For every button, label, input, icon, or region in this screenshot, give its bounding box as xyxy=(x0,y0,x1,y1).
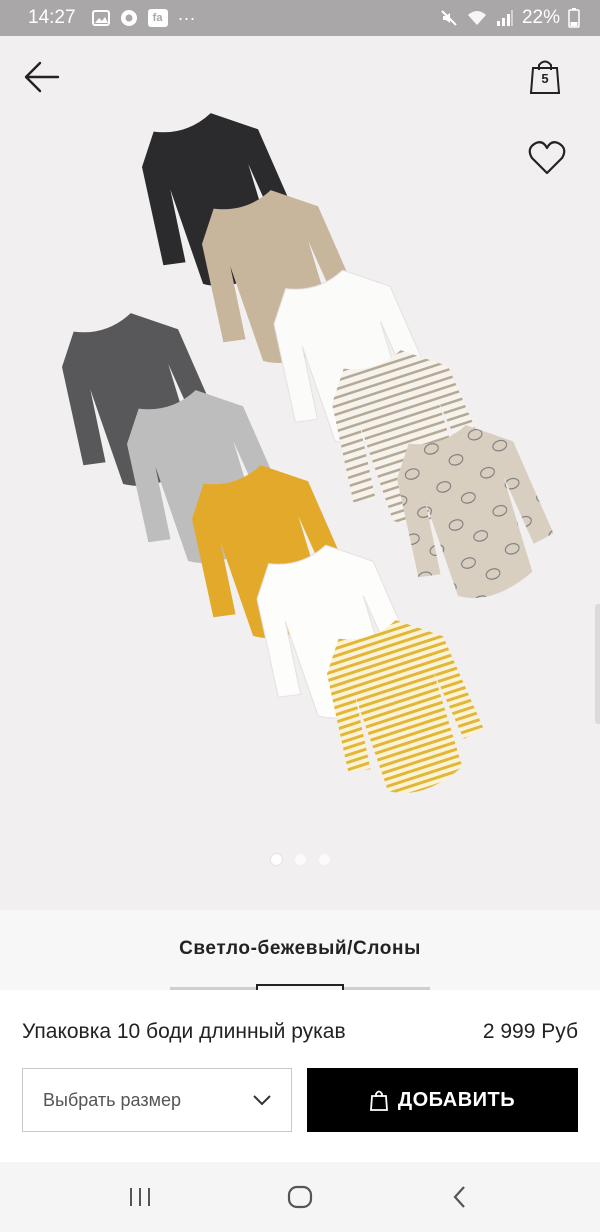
product-photo xyxy=(62,113,554,794)
add-to-bag-label: ДОБАВИТЬ xyxy=(397,1088,516,1111)
product-image-gallery[interactable]: 5 xyxy=(0,36,600,910)
add-to-bag-button[interactable]: ДОБАВИТЬ xyxy=(307,1068,578,1132)
home-button[interactable] xyxy=(270,1172,330,1222)
system-navigation-bar xyxy=(0,1162,600,1232)
arrow-left-icon xyxy=(24,61,60,93)
home-icon xyxy=(287,1185,313,1209)
size-select-label: Выбрать размер xyxy=(43,1089,181,1110)
shopping-bag-button[interactable]: 5 xyxy=(528,58,562,96)
purchase-panel: Упаковка 10 боди длинный рукав 2 999 Руб… xyxy=(0,990,600,1162)
mute-icon xyxy=(440,9,458,27)
status-bar: 14:27 fa ··· 22% xyxy=(0,0,600,36)
status-left-icons: fa ··· xyxy=(91,7,196,29)
product-name: Упаковка 10 боди длинный рукав xyxy=(22,1020,346,1043)
battery-icon xyxy=(568,8,580,28)
side-scroll-handle[interactable] xyxy=(595,604,600,724)
bag-count-badge: 5 xyxy=(541,71,549,86)
record-icon xyxy=(120,9,138,27)
color-name: Светло-бежевый/Слоны xyxy=(179,938,421,959)
shopping-bag-icon xyxy=(369,1090,388,1111)
system-back-button[interactable] xyxy=(430,1172,490,1222)
heart-icon xyxy=(528,141,566,175)
recent-apps-button[interactable] xyxy=(110,1172,170,1222)
recent-apps-icon xyxy=(130,1188,150,1206)
gallery-dot-1[interactable] xyxy=(270,854,282,865)
status-right-icons: 22% xyxy=(440,7,580,29)
favorite-button[interactable] xyxy=(528,140,566,176)
back-button[interactable] xyxy=(22,60,62,94)
wifi-icon xyxy=(466,9,488,27)
color-section: Светло-бежевый/Слоны xyxy=(0,910,600,990)
gallery-pagination xyxy=(0,854,600,865)
chevron-down-icon xyxy=(253,1095,271,1106)
gallery-dot-3[interactable] xyxy=(318,854,330,865)
app-notification-icon: fa xyxy=(147,9,168,27)
battery-percentage: 22% xyxy=(521,7,560,28)
status-time: 14:27 xyxy=(28,7,76,28)
more-notifications-indicator: ··· xyxy=(177,7,196,28)
chevron-left-icon xyxy=(453,1186,465,1208)
gallery-dot-2[interactable] xyxy=(294,854,306,865)
size-select[interactable]: Выбрать размер xyxy=(22,1068,292,1132)
product-price: 2 999 Руб xyxy=(482,1020,578,1043)
signal-icon xyxy=(496,9,514,27)
gallery-notification-icon xyxy=(91,9,110,27)
